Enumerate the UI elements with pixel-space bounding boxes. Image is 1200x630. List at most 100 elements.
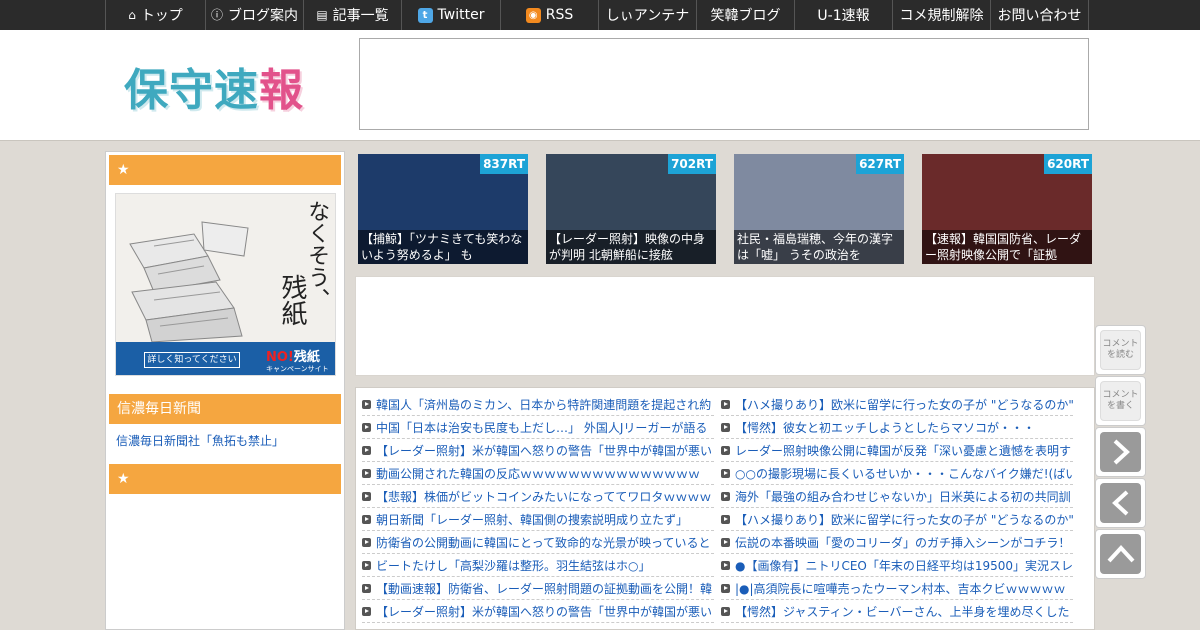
feed-item-title: 【動画速報】防衛省、レーダー照射問題の証拠動画を公開！韓 (376, 581, 713, 596)
header-ad-slot (359, 38, 1089, 130)
feed-item-title: 【ハメ撮りあり】欧米に留学に行った女の子が "どうなるのか" (735, 397, 1073, 412)
feed-item[interactable]: 【愕然】彼女と初エッチしようとしたらマソコが・・・ (721, 416, 1073, 439)
read-comments-button[interactable]: コメント を読む (1095, 325, 1146, 375)
chevron-up-icon (1100, 534, 1141, 574)
feed-item[interactable]: ●【画像有】ニトリCEO「年末の日経平均は19500」実況スレ「 (721, 554, 1073, 577)
banner-details-button[interactable]: 詳しく知ってください (144, 352, 240, 368)
feed-item[interactable]: レーダー照射映像公開に韓国が反発「深い憂慮と遺憾を表明す (721, 439, 1073, 462)
nav-item-label: RSS (545, 7, 574, 23)
thumbnail-card[interactable]: 837RT 【捕鯨】「ツナミきても笑わないよう努めるよ」 も (358, 154, 528, 264)
site-logo[interactable]: 保守速報 (124, 54, 304, 118)
feed-item[interactable]: 【ハメ撮りあり】欧米に留学に行った女の子が "どうなるのか" (721, 393, 1073, 416)
feed-item-title: 中国「日本は治安も民度も上だし…」 外国人Jリーガーが語る (376, 420, 708, 435)
nav-item-6[interactable]: 笑韓ブログ (696, 0, 794, 30)
sidebar-heading-star-2: ★ (109, 464, 341, 494)
feed-item[interactable]: ○○の撮影現場に長くいるせいか・・・こんなバイク嫌だ!(ばい (721, 462, 1073, 485)
read-comments-label: コメント を読む (1100, 330, 1141, 370)
chevron-left-icon (1100, 483, 1141, 523)
thumbnail-card[interactable]: 627RT 社民・福島瑞穂、今年の漢字は「嘘」 うその政治を (734, 154, 904, 264)
zanshi-banner[interactable]: なくそう、 残紙 詳しく知ってください NO!残紙 キャンペーンサイト (115, 193, 336, 376)
bullet-arrow-icon (721, 399, 730, 409)
nav-item-2[interactable]: ▤ 記事一覧 (303, 0, 401, 30)
nav-item-4[interactable]: ◉ RSS (500, 0, 598, 30)
nav-item-1[interactable]: ⓘ ブログ案内 (205, 0, 303, 30)
bullet-arrow-icon (362, 399, 371, 409)
feed-item[interactable]: 韓国人「済州島のミカン、日本から特許関連問題を提起され約 (362, 393, 714, 416)
twitter-icon: t (417, 7, 433, 23)
feed-item[interactable]: 【悲報】株価がビットコインみたいになっててワロタｗｗｗｗ (362, 485, 714, 508)
logo-text-accent: 報 (259, 65, 304, 116)
feed-item-title: 【悲報】株価がビットコインみたいになっててワロタｗｗｗｗ (376, 489, 712, 504)
thumbnail-card[interactable]: 702RT 【レーダー照射】映像の中身が判明 北朝鮮船に接舷 (546, 154, 716, 264)
feed-item-title: 【レーダー照射】米が韓国へ怒りの警告「世界中が韓国が悪い (376, 443, 713, 458)
feed-item-title: 韓国人「済州島のミカン、日本から特許関連問題を提起され約 (376, 397, 712, 412)
bullet-arrow-icon (362, 468, 371, 478)
bullet-arrow-icon (721, 468, 730, 478)
sidebar-link-shinano[interactable]: 信濃毎日新聞社「魚拓も禁止」 (116, 432, 284, 449)
feed-item[interactable]: 【レーダー照射】米が韓国へ怒りの警告「世界中が韓国が悪い (362, 439, 714, 462)
bullet-arrow-icon (362, 514, 371, 524)
feed-item[interactable]: 防衛省の公開動画に韓国にとって致命的な光景が映っていると (362, 531, 714, 554)
nav-item-label: トップ (140, 8, 183, 24)
feed-column-right: 【ハメ撮りあり】欧米に留学に行った女の子が "どうなるのか" 【愕然】彼女と初エッ… (721, 393, 1073, 623)
nav-item-label: 笑韓ブログ (710, 8, 781, 24)
feed-item-title: 動画公開された韓国の反応ｗｗｗｗｗｗｗｗｗｗｗｗｗｗｗ (376, 466, 701, 481)
nav-item-8[interactable]: コメ規制解除 (892, 0, 990, 30)
sidebar-heading-shinano: 信濃毎日新聞 (109, 394, 341, 424)
feed-item[interactable]: |●|高須院長に喧嘩売ったウーマン村本、吉本クビｗｗｗｗｗ (721, 577, 1073, 600)
bullet-arrow-icon (721, 514, 730, 524)
nav-item-9[interactable]: お問い合わせ (990, 0, 1089, 30)
bullet-arrow-icon (721, 491, 730, 501)
feed-item[interactable]: 【愕然】ジャスティン・ビーバーさん、上半身を埋め尽くした (721, 600, 1073, 623)
banner-campaign-logo: NO!残紙 (266, 350, 320, 365)
nav-item-7[interactable]: U-1速報 (794, 0, 892, 30)
prev-button[interactable] (1095, 478, 1146, 528)
feed-item[interactable]: ビートたけし「高梨沙羅は整形。羽生結弦はホ○」 (362, 554, 714, 577)
feed-item-title: 伝説の本番映画「愛のコリーダ」のガチ挿入シーンがコチラ！ (735, 535, 1071, 550)
nav-item-label: お問い合わせ (997, 8, 1082, 24)
thumbnail-caption: 社民・福島瑞穂、今年の漢字は「嘘」 うその政治を (734, 230, 904, 264)
feed-item[interactable]: 中国「日本は治安も民度も上だし…」 外国人Jリーガーが語る (362, 416, 714, 439)
feed-item-title: 【ハメ撮りあり】欧米に留学に行った女の子が "どうなるのか" (735, 512, 1073, 527)
list-icon: ▤ (316, 8, 328, 22)
nav-item-label: 記事一覧 (332, 8, 389, 24)
bullet-arrow-icon (362, 491, 371, 501)
feed-item-title: 【愕然】ジャスティン・ビーバーさん、上半身を埋め尽くした (735, 604, 1070, 619)
feed-item-title: 【レーダー照射】米が韓国へ怒りの警告「世界中が韓国が悪い (376, 604, 713, 619)
scroll-top-button[interactable] (1095, 529, 1146, 579)
nav-item-3[interactable]: t Twitter (401, 0, 500, 30)
info-icon: ⓘ (210, 8, 223, 22)
left-sidebar: ★ なくそう、 残紙 詳しく知ってください NO!残紙 キャンペーンサイト 信濃… (105, 151, 345, 630)
bullet-arrow-icon (362, 445, 371, 455)
write-comment-button[interactable]: コメント を書く (1095, 376, 1146, 426)
feed-item[interactable]: 海外「最強の組み合わせじゃないか」日米英による初の共同訓 (721, 485, 1073, 508)
thumbnail-caption: 【捕鯨】「ツナミきても笑わないよう努めるよ」 も (358, 230, 528, 264)
feed-item-title: ○○の撮影現場に長くいるせいか・・・こんなバイク嫌だ!(ばい (735, 466, 1073, 481)
nav-item-0[interactable]: ⌂ トップ (105, 0, 205, 30)
bullet-arrow-icon (721, 606, 730, 616)
bullet-arrow-icon (721, 583, 730, 593)
nav-item-5[interactable]: しぃアンテナ (598, 0, 696, 30)
thumbnail-card[interactable]: 620RT 【速報】韓国国防省、レーダー照射映像公開で「証拠 (922, 154, 1092, 264)
feed-item-title: ビートたけし「高梨沙羅は整形。羽生結弦はホ○」 (376, 558, 651, 573)
logo-text: 保守速 (124, 65, 259, 116)
home-icon: ⌂ (128, 8, 136, 22)
feed-item[interactable]: 伝説の本番映画「愛のコリーダ」のガチ挿入シーンがコチラ！ (721, 531, 1073, 554)
bullet-arrow-icon (362, 606, 371, 616)
article-feed: 韓国人「済州島のミカン、日本から特許関連問題を提起され約 中国「日本は治安も民度も… (355, 387, 1095, 630)
feed-item[interactable]: 【レーダー照射】米が韓国へ怒りの警告「世界中が韓国が悪い (362, 600, 714, 623)
write-comment-label: コメント を書く (1100, 381, 1141, 421)
nav-item-label: しぃアンテナ (605, 8, 690, 24)
next-button[interactable] (1095, 427, 1146, 477)
retweet-count-badge: 837RT (480, 154, 528, 174)
banner-headline-2: 残紙 (277, 274, 307, 326)
feed-item[interactable]: 朝日新聞「レーダー照射、韓国側の捜索説明成り立たず」 (362, 508, 714, 531)
bullet-arrow-icon (362, 560, 371, 570)
feed-item[interactable]: 【動画速報】防衛省、レーダー照射問題の証拠動画を公開！韓 (362, 577, 714, 600)
feed-item[interactable]: 【ハメ撮りあり】欧米に留学に行った女の子が "どうなるのか" (721, 508, 1073, 531)
banner-campaign-sub: キャンペーンサイト (266, 365, 329, 373)
bullet-arrow-icon (721, 537, 730, 547)
site-header: 保守速報 (0, 30, 1200, 141)
bullet-arrow-icon (721, 445, 730, 455)
feed-item[interactable]: 動画公開された韓国の反応ｗｗｗｗｗｗｗｗｗｗｗｗｗｗｗ (362, 462, 714, 485)
